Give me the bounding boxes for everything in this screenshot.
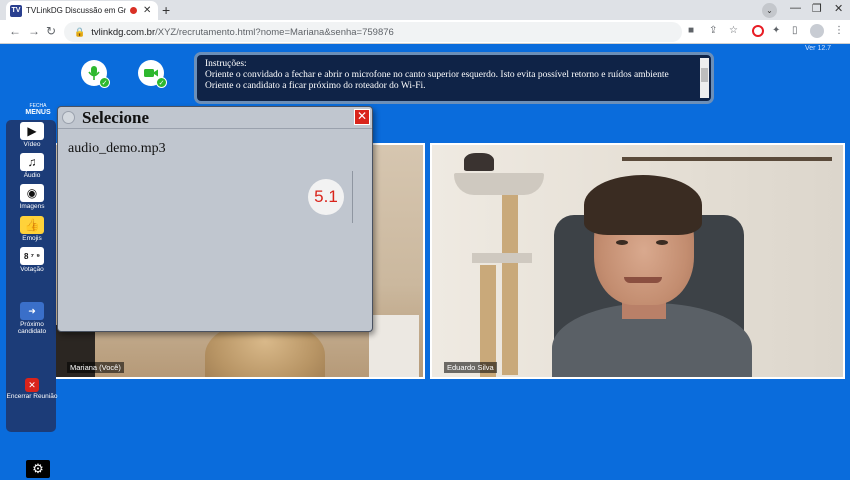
mic-check-icon: ✓ — [99, 77, 110, 88]
instructions-heading: Instruções: — [205, 59, 247, 69]
dialog-divider — [352, 171, 353, 223]
recording-indicator-icon — [130, 7, 137, 14]
side-panel-icon[interactable]: ▯ — [792, 25, 798, 36]
restore-icon[interactable]: ❐ — [812, 2, 822, 15]
browser-toolbar: ← → ↻ 🔒 tvlinkdg.com.br/XYZ/recrutamento… — [0, 20, 850, 44]
video-participant: Eduardo Silva — [430, 143, 845, 379]
file-item-audio-demo[interactable]: audio_demo.mp3 — [68, 141, 166, 157]
tv-favicon-icon: TV — [10, 4, 22, 17]
dialog-header: Selecione ✕ — [58, 107, 372, 129]
film-icon: ▶ — [20, 122, 44, 140]
video-participant-label: Eduardo Silva — [444, 362, 497, 373]
sidebar-item-video[interactable]: ▶ Vídeo — [6, 122, 58, 148]
browser-tabstrip: TV TVLinkDG Discussão em Gru ✕ + ⌄ — ❐ ✕ — [0, 0, 850, 20]
profile-avatar-icon[interactable] — [810, 24, 824, 38]
bookmark-star-icon[interactable]: ☆ — [729, 25, 738, 36]
tab-title: TVLinkDG Discussão em Gru — [26, 6, 126, 15]
more-menu-icon[interactable]: ⋮ — [834, 25, 844, 36]
version-label: Ver 12.7 — [805, 45, 832, 52]
camera-check-icon: ✓ — [156, 77, 167, 88]
url-text: tvlinkdg.com.br/XYZ/recrutamento.html?no… — [91, 26, 394, 38]
share-icon[interactable]: ⇪ — [709, 25, 717, 36]
reload-icon[interactable]: ↻ — [46, 24, 56, 38]
dialog-title: Selecione — [82, 108, 150, 127]
sidebar-item-emojis[interactable]: 👍 Emojis — [6, 216, 58, 242]
end-meeting-x-icon: ✕ — [25, 378, 39, 392]
forward-arrow-icon[interactable]: → — [28, 24, 40, 38]
instructions-scrollbar[interactable] — [700, 58, 709, 98]
thumbs-up-icon: 👍 — [20, 216, 44, 234]
settings-gear-icon[interactable]: ⚙ — [26, 460, 50, 478]
instructions-panel: Instruções: Oriente o convidado a fechar… — [194, 52, 714, 104]
instructions-line-1: Oriente o convidado a fechar e abrir o m… — [205, 70, 669, 80]
close-window-icon[interactable]: ✕ — [834, 2, 843, 15]
camera-button[interactable]: ✓ — [138, 60, 167, 88]
extensions-puzzle-icon[interactable]: ✦ — [772, 25, 780, 36]
dialog-circle-icon — [62, 111, 75, 124]
tab-close-icon[interactable]: ✕ — [143, 5, 151, 16]
back-arrow-icon[interactable]: ← — [9, 24, 21, 38]
minimize-icon[interactable]: — — [790, 2, 801, 14]
dialog-close-button[interactable]: ✕ — [354, 109, 370, 125]
new-tab-button[interactable]: + — [162, 2, 170, 18]
sidebar-item-audio[interactable]: ♫ Áudio — [6, 153, 58, 179]
video-camera-icon — [144, 69, 158, 77]
numbers-icon: 8 ⁷ ⁹ — [20, 247, 44, 265]
opera-extension-icon[interactable] — [752, 25, 764, 37]
address-bar[interactable]: 🔒 tvlinkdg.com.br/XYZ/recrutamento.html?… — [64, 22, 682, 42]
camera-icon[interactable]: ■ — [688, 25, 694, 36]
sidebar-item-images[interactable]: ◉ Imagens — [6, 184, 58, 210]
tab-search-chevron-icon[interactable]: ⌄ — [762, 3, 777, 18]
select-dialog: Selecione ✕ audio_demo.mp3 5.1 — [57, 106, 373, 332]
browser-tab[interactable]: TV TVLinkDG Discussão em Gru ✕ — [6, 1, 158, 20]
audio-format-badge[interactable]: 5.1 — [308, 179, 344, 215]
video-self-label: Mariana (Você) — [67, 362, 124, 373]
eye-icon: ◉ — [20, 184, 44, 202]
instructions-line-2: Oriente o candidato a ficar próximo do r… — [205, 81, 426, 91]
sidebar-item-voting[interactable]: 8 ⁷ ⁹ Votação — [6, 247, 58, 273]
microphone-button[interactable]: ✓ — [81, 60, 110, 88]
sidebar-item-next-candidate[interactable]: ➜ Próximo candidato — [6, 302, 58, 335]
menu-toggle-button[interactable]: FECHA MENUS — [18, 103, 58, 116]
next-candidate-icon: ➜ — [20, 302, 44, 320]
music-note-icon: ♫ — [20, 153, 44, 171]
lock-icon: 🔒 — [74, 26, 86, 37]
scrollbar-thumb[interactable] — [701, 68, 708, 82]
sidebar-item-end-meeting[interactable]: ✕ Encerrar Reunião — [6, 378, 58, 400]
